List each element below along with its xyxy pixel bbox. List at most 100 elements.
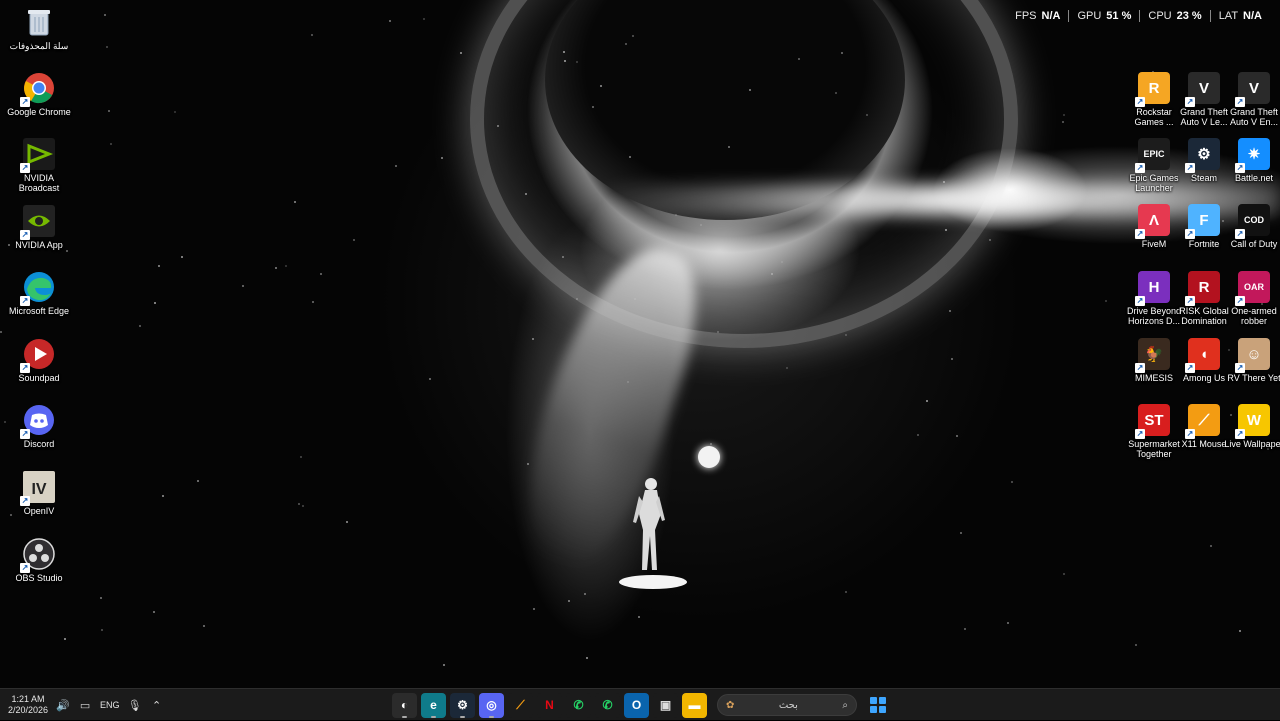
taskbar-whatsapp-beta-button[interactable]: ✆ [595,692,620,718]
desktop-icon-one-armed-robber[interactable]: OAROne-armed robber [1222,271,1280,326]
desktop-icon-label: سلة المحذوفات [9,41,69,51]
star [1063,573,1065,575]
volume-icon[interactable]: 🔊 [56,698,70,712]
desktop-icon-openiv[interactable]: IV OpenIV [7,471,71,516]
x11-mouse-icon: ⟋ [516,697,525,712]
star [917,434,919,436]
whatsapp-beta-icon: ✆ [602,698,613,712]
desktop-icon-rv-there-yet[interactable]: ☺RV There Yet [1222,338,1280,383]
hud-metric-value: N/A [1041,10,1061,22]
gta-v-icon: V [1235,72,1270,107]
hud-metric-lat: LAT N/A [1211,10,1270,22]
desktop-icon-battlenet[interactable]: ✷Battle.net [1222,138,1280,183]
windows-logo-tile [879,697,886,704]
desktop-icon-chrome[interactable]: Google Chrome [7,72,71,117]
star [845,591,847,593]
hud-metric-gpu: GPU 51 % [1069,10,1139,22]
star [625,43,627,45]
desktop-wallpaper [0,0,1280,688]
desktop-icon-discord[interactable]: Discord [7,404,71,449]
rv-there-yet-icon: ☺ [1235,338,1270,373]
microsoft-store-icon: ▣ [659,698,672,712]
desktop-icon-obs[interactable]: OBS Studio [7,538,71,583]
star [460,52,462,54]
desktop-icon-label: Google Chrome [7,107,71,117]
taskbar-netflix-button[interactable]: N [537,692,562,718]
chevron-up-icon[interactable]: ⌃ [150,698,164,712]
star [632,35,634,37]
desktop-icon-label: One-armed robber [1231,306,1277,326]
star [441,157,443,159]
desktop-icon-label: FiveM [1141,239,1167,249]
desktop-icon-call-of-duty[interactable]: CODCall of Duty [1222,204,1280,249]
star [497,125,499,127]
edge-icon [20,271,55,306]
fivem-icon: Λ [1135,204,1170,239]
desktop-icon-label: Call of Duty [1230,239,1278,249]
star [629,156,631,158]
star [242,285,244,287]
taskbar-edge-button[interactable]: e [421,692,446,718]
star [443,664,445,666]
steam-icon: ⚙ [1185,138,1220,173]
star [174,111,176,113]
star [1210,545,1212,547]
svg-text:IV: IV [31,481,46,498]
call-of-duty-icon: COD [1235,204,1270,239]
star [584,593,586,595]
star [600,85,602,87]
hud-metric-label: LAT [1218,10,1239,22]
clock-time: 1:21 AM [11,694,45,704]
star [568,600,570,602]
star [0,331,2,333]
edge-icon: e [430,698,437,712]
star [275,267,277,269]
desktop-icon-edge[interactable]: Microsoft Edge [7,271,71,316]
star [106,46,108,48]
language-indicator[interactable]: ENG [100,700,120,710]
star [312,301,314,303]
star [298,503,300,505]
file-explorer-icon: ▬ [688,698,701,712]
star [943,181,945,183]
star [717,331,719,333]
star [429,378,431,380]
taskbar-steam-button[interactable]: ⚙ [450,692,475,718]
desktop-icon-nvidia-broadcast[interactable]: NVIDIA Broadcast [7,138,71,193]
rockstar-icon: R [1135,72,1170,107]
microphone-icon[interactable]: 🎙 [128,698,142,712]
discord-icon: ◎ [486,698,497,712]
desktop-icon-soundpad[interactable]: Soundpad [7,338,71,383]
running-indicator [431,715,436,718]
taskbar-x11-mouse-button[interactable]: ⟋ [508,692,533,718]
taskbar-snipping-tool-button[interactable]: ◐ [392,692,417,718]
taskbar-discord-button[interactable]: ◎ [479,692,504,718]
taskbar-microsoft-store-button[interactable]: ▣ [653,692,678,718]
network-icon[interactable]: ▭ [78,698,92,712]
gta-v-icon: V [1185,72,1220,107]
snipping-tool-icon: ◐ [400,698,409,712]
clock[interactable]: 1:21 AM 2/20/2026 [8,694,48,716]
silver-surfer-figure [619,478,687,589]
hud-metric-value: 51 % [1106,10,1132,22]
desktop-icon-gta-v[interactable]: VGrand Theft Auto V En... [1222,72,1280,127]
taskbar-outlook-button[interactable]: O [624,692,649,718]
star [153,611,155,613]
star [964,628,966,630]
star [710,443,712,445]
star [311,34,313,36]
taskbar-apps: ◐ e ⚙ ◎ ⟋ N ✆ ✆ O ▣ ▬ ✿ بحث ⌕ [392,689,889,721]
taskbar-whatsapp-button[interactable]: ✆ [566,692,591,718]
desktop-icon-label: Steam [1190,173,1217,183]
star [960,532,962,534]
desktop-icon-recycle-bin[interactable]: سلة المحذوفات [7,6,71,51]
start-button[interactable] [867,694,889,716]
taskbar-search[interactable]: ✿ بحث ⌕ [717,694,857,716]
one-armed-robber-icon: OAR [1235,271,1270,306]
star [951,358,953,360]
desktop-icon-label: OpenIV [23,506,55,516]
desktop-icon-live-wallpaper[interactable]: WLive Wallpaper [1222,404,1280,449]
star [564,60,566,62]
taskbar-file-explorer-button[interactable]: ▬ [682,692,707,718]
desktop-icon-nvidia-app[interactable]: NVIDIA App [7,205,71,250]
